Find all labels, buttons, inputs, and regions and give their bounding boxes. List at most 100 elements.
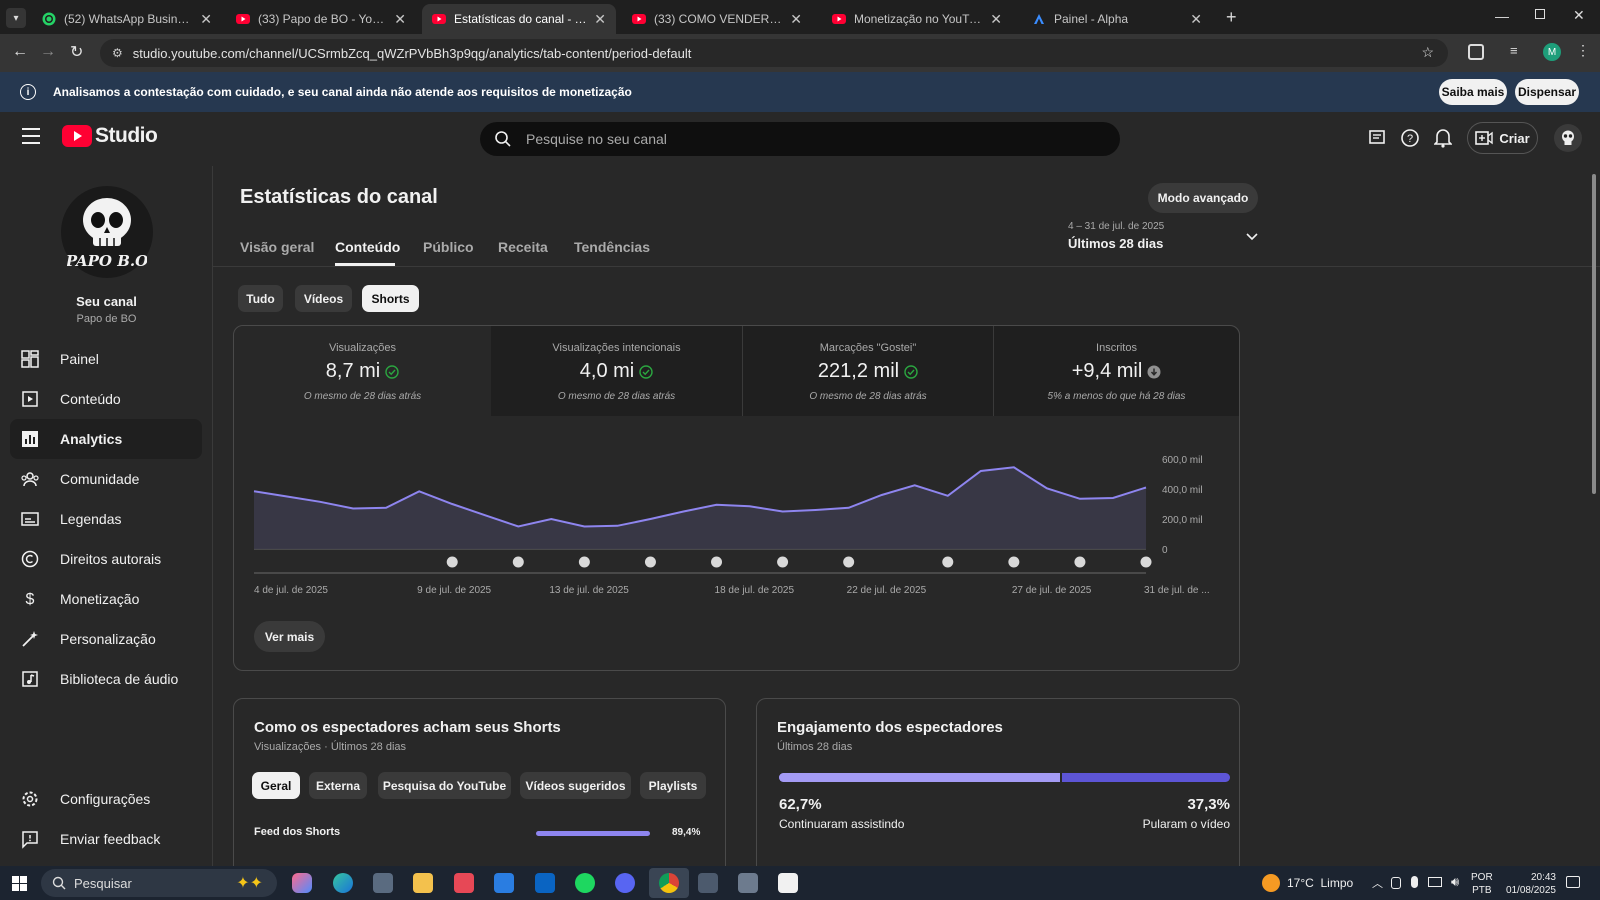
language-indicator[interactable]: POR PTB: [1471, 871, 1493, 897]
chip-suggested-videos[interactable]: Vídeos sugeridos: [520, 772, 631, 799]
network-icon[interactable]: [1428, 877, 1442, 887]
metric-engaged-views[interactable]: Visualizações intencionais 4,0 mi O mesm…: [491, 326, 742, 416]
views-line-chart[interactable]: 600,0 mil 400,0 mil 200,0 mil 0 4 de jul. de…: [234, 436, 1239, 616]
chrome-taskbar-item[interactable]: [649, 868, 689, 898]
sidebar-item-analytics[interactable]: Analytics: [10, 419, 202, 459]
capcut-icon[interactable]: [778, 873, 798, 893]
sidebar-item-label: Legendas: [60, 511, 122, 527]
copilot-icon[interactable]: [292, 873, 312, 893]
tab-trends[interactable]: Tendências: [574, 239, 650, 255]
filter-videos[interactable]: Vídeos: [295, 285, 352, 312]
channel-avatar[interactable]: PAPO B.O: [61, 186, 153, 278]
account-avatar[interactable]: [1554, 124, 1582, 152]
taskbar-search-box[interactable]: Pesquisar ✦✦: [41, 869, 277, 897]
close-window-icon[interactable]: ✕: [1573, 7, 1585, 24]
restore-window-icon[interactable]: [1535, 9, 1545, 19]
sidebar-item-copyright[interactable]: Direitos autorais: [10, 539, 202, 579]
forward-icon[interactable]: →: [40, 43, 56, 61]
channel-search-input[interactable]: Pesquise no seu canal: [480, 122, 1120, 156]
page-scrollbar[interactable]: [1592, 174, 1596, 494]
chip-playlists[interactable]: Playlists: [640, 772, 706, 799]
profile-avatar[interactable]: M: [1543, 43, 1561, 61]
sidebar-item-settings[interactable]: Configurações: [10, 779, 202, 819]
reload-icon[interactable]: ↻: [70, 42, 83, 62]
sidebar-item-content[interactable]: Conteúdo: [10, 379, 202, 419]
hamburger-menu-icon[interactable]: [22, 128, 40, 144]
camera-icon[interactable]: [1391, 877, 1401, 889]
magic-wand-icon: [22, 631, 38, 647]
new-tab-icon[interactable]: +: [1226, 7, 1237, 28]
metric-views[interactable]: Visualizações 8,7 mi O mesmo de 28 dias …: [234, 326, 491, 416]
close-tab-icon[interactable]: ✕: [1190, 11, 1202, 28]
app-grid-icon[interactable]: [738, 873, 758, 893]
weather-text[interactable]: 17°C Limpo: [1287, 876, 1353, 890]
close-tab-icon[interactable]: ✕: [200, 11, 212, 28]
notification-center-icon[interactable]: [1566, 876, 1580, 888]
address-bar[interactable]: ⚙ studio.youtube.com/channel/UCSrmbZcq_q…: [100, 39, 1448, 67]
browser-tab-alpha[interactable]: Painel - Alpha ✕: [1022, 4, 1212, 34]
tab-revenue[interactable]: Receita: [498, 239, 548, 255]
tab-search-button[interactable]: ▾: [6, 8, 26, 28]
tab-content[interactable]: Conteúdo: [335, 239, 400, 255]
close-tab-icon[interactable]: ✕: [790, 11, 802, 28]
chip-overall[interactable]: Geral: [252, 772, 300, 799]
back-icon[interactable]: ←: [12, 43, 28, 61]
close-tab-icon[interactable]: ✕: [594, 11, 606, 28]
notifications-bell-icon[interactable]: [1434, 128, 1452, 148]
bookmark-star-icon[interactable]: ☆: [1421, 44, 1434, 61]
discord-icon[interactable]: [615, 873, 635, 893]
browser-tab-papo-de-bo[interactable]: (33) Papo de BO - YouTube ✕: [226, 4, 416, 34]
sidebar-item-subtitles[interactable]: Legendas: [10, 499, 202, 539]
period-selector[interactable]: 4 – 31 de jul. de 2025 Últimos 28 dias: [1068, 221, 1268, 257]
close-tab-icon[interactable]: ✕: [990, 11, 1002, 28]
sidebar-item-community[interactable]: Comunidade: [10, 459, 202, 499]
file-explorer-icon[interactable]: [373, 873, 393, 893]
sidebar-item-customization[interactable]: Personalização: [10, 619, 202, 659]
learn-more-button[interactable]: Saiba mais: [1439, 79, 1507, 105]
windows-start-icon[interactable]: [12, 876, 27, 891]
spotify-icon[interactable]: [575, 873, 595, 893]
chip-external[interactable]: Externa: [309, 772, 367, 799]
sidebar-item-feedback[interactable]: Enviar feedback: [10, 819, 202, 859]
app-red-icon[interactable]: [454, 873, 474, 893]
site-info-icon[interactable]: ⚙: [112, 46, 123, 60]
close-tab-icon[interactable]: ✕: [394, 11, 406, 28]
volume-icon[interactable]: 🔊︎: [1451, 874, 1459, 890]
tab-overview[interactable]: Visão geral: [240, 239, 314, 255]
browser-tab-monetizacao[interactable]: Monetização no YouTube - You ✕: [822, 4, 1012, 34]
calculator-icon[interactable]: [698, 873, 718, 893]
chip-youtube-search[interactable]: Pesquisa do YouTube: [378, 772, 511, 799]
minimize-window-icon[interactable]: —: [1495, 8, 1509, 24]
weather-icon[interactable]: [1262, 874, 1280, 892]
period-range: 4 – 31 de jul. de 2025: [1068, 221, 1165, 232]
see-more-button[interactable]: Ver mais: [254, 621, 325, 652]
edge-icon[interactable]: [333, 873, 353, 893]
sidebar-item-audio-library[interactable]: Biblioteca de áudio: [10, 659, 202, 699]
metric-likes[interactable]: Marcações "Gostei" 221,2 mil O mesmo de …: [742, 326, 993, 416]
microphone-icon[interactable]: [1411, 876, 1418, 888]
create-button[interactable]: Criar: [1467, 122, 1538, 154]
sidebar-item-monetization[interactable]: $ Monetização: [10, 579, 202, 619]
tab-audience[interactable]: Público: [423, 239, 474, 255]
browser-tab-como-vender[interactable]: (33) COMO VENDER E COMPRAR ✕: [622, 4, 812, 34]
tray-chevron-up-icon[interactable]: ︿: [1372, 875, 1383, 891]
media-control-icon[interactable]: ≡: [1510, 43, 1518, 58]
messages-icon[interactable]: [1368, 129, 1386, 147]
filter-shorts[interactable]: Shorts: [362, 285, 419, 312]
clock[interactable]: 20:43 01/08/2025: [1500, 871, 1556, 897]
outlook-icon[interactable]: [535, 873, 555, 893]
channel-name: Papo de BO: [76, 313, 137, 325]
metric-subscribers[interactable]: Inscritos +9,4 mil 5% a menos do que há …: [993, 326, 1239, 416]
filter-all[interactable]: Tudo: [238, 285, 283, 312]
help-icon[interactable]: ?: [1400, 128, 1420, 148]
browser-tab-whatsapp[interactable]: (52) WhatsApp Business ✕: [32, 4, 222, 34]
extensions-icon[interactable]: [1468, 44, 1484, 60]
dismiss-button[interactable]: Dispensar: [1515, 79, 1579, 105]
store-icon[interactable]: [494, 873, 514, 893]
browser-tab-analytics[interactable]: Estatísticas do canal - YouTube ✕: [422, 4, 616, 34]
studio-logo[interactable]: Studio: [62, 124, 158, 148]
advanced-mode-button[interactable]: Modo avançado: [1148, 183, 1258, 213]
sidebar-item-dashboard[interactable]: Painel: [10, 339, 202, 379]
browser-menu-icon[interactable]: ⋮: [1576, 42, 1590, 59]
folder-icon[interactable]: [413, 873, 433, 893]
